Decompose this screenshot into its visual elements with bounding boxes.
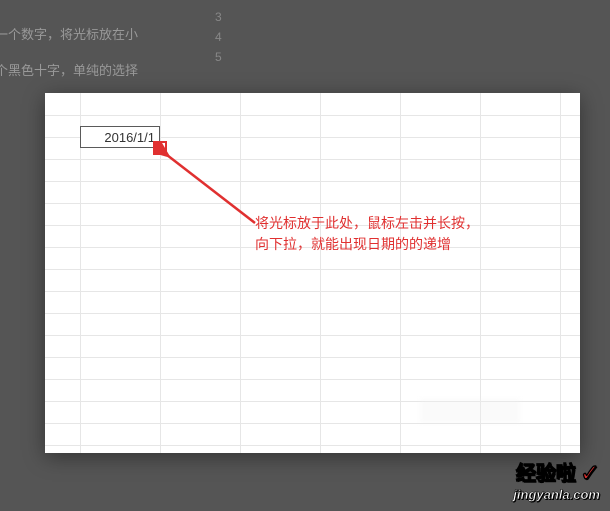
gridline bbox=[45, 181, 580, 182]
gridline bbox=[400, 93, 401, 453]
gridline bbox=[45, 269, 580, 270]
gridline bbox=[45, 423, 580, 424]
gridline bbox=[45, 291, 580, 292]
bg-instruction-line1: 一个数字，将光标放在小 bbox=[0, 24, 138, 43]
gridline bbox=[240, 93, 241, 453]
brand-name: 经验啦 bbox=[516, 464, 576, 484]
brand-logo: 经验啦 ✓ jingyanla.com bbox=[513, 462, 600, 501]
gridline bbox=[45, 203, 580, 204]
brand-url: jingyanla.com bbox=[513, 488, 600, 501]
gridline bbox=[45, 357, 580, 358]
fill-handle-highlight-box bbox=[153, 141, 167, 155]
annotation-text: 将光标放于此处，鼠标左击并长按，向下拉，就能出现日期的的递增 bbox=[255, 213, 485, 255]
gridline bbox=[560, 93, 561, 453]
gridline bbox=[45, 335, 580, 336]
gridline bbox=[45, 445, 580, 446]
bg-row-5: 5 bbox=[215, 50, 222, 64]
selected-cell[interactable]: 2016/1/1 bbox=[80, 126, 160, 148]
zoom-modal: 2016/1/1 将光标放于此处，鼠标左击并长按，向下拉，就能出现日期的的递增 bbox=[45, 93, 580, 453]
gridline bbox=[45, 159, 580, 160]
gridline bbox=[45, 313, 580, 314]
bg-row-3: 3 bbox=[215, 10, 222, 24]
check-icon: ✓ bbox=[580, 462, 600, 486]
gridline bbox=[320, 93, 321, 453]
gridline bbox=[45, 115, 580, 116]
bg-row-4: 4 bbox=[215, 30, 222, 44]
gridline bbox=[45, 379, 580, 380]
faint-watermark bbox=[420, 399, 520, 423]
cell-value: 2016/1/1 bbox=[104, 130, 155, 145]
bg-instruction-line2: 个黑色十字，单纯的选择 bbox=[0, 60, 138, 79]
